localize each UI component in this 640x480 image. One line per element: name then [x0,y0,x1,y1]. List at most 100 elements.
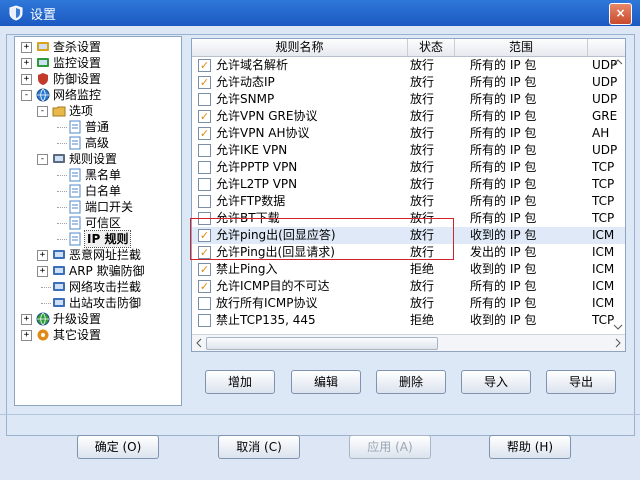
table-row[interactable]: ✓ 允许动态IP 放行 所有的 IP 包 UDP [192,74,625,91]
folder-icon [52,106,66,117]
tree-node[interactable]: - 选项 [15,103,181,119]
computer-icon [53,298,65,307]
expand-icon[interactable]: + [21,58,32,69]
checkbox-unchecked[interactable] [198,195,211,208]
table-row[interactable]: 允许IKE VPN 放行 所有的 IP 包 UDP [192,142,625,159]
import-button[interactable]: 导入 [461,370,531,394]
cell-status: 放行 [410,143,435,157]
add-button[interactable]: 增加 [205,370,275,394]
edit-button[interactable]: 编辑 [291,370,361,394]
table-row[interactable]: ✓ 允许VPN GRE协议 放行 所有的 IP 包 GRE [192,108,625,125]
checkbox-checked[interactable]: ✓ [198,280,211,293]
cancel-button[interactable]: 取消 (C) [218,435,300,459]
table-row[interactable]: ✓ 禁止Ping入 拒绝 收到的 IP 包 ICM [192,261,625,278]
tree-node[interactable]: IP 规则 [15,230,181,248]
checkbox-checked[interactable]: ✓ [198,110,211,123]
table-row[interactable]: ✓ 允许ICMP目的不可达 放行 所有的 IP 包 ICM [192,278,625,295]
cell-name: 禁止TCP135, 445 [216,313,316,327]
tree-node[interactable]: 网络攻击拦截 [15,279,181,295]
tree-node[interactable]: 黑名单 [15,167,181,183]
table-row[interactable]: 允许FTP数据 放行 所有的 IP 包 TCP [192,193,625,210]
tree-node[interactable]: 可信区 [15,215,181,231]
table-row[interactable]: 允许SNMP 放行 所有的 IP 包 UDP [192,91,625,108]
help-button[interactable]: 帮助 (H) [489,435,571,459]
column-header-protocol[interactable] [588,39,625,56]
expand-icon[interactable]: + [21,314,32,325]
collapse-icon[interactable]: - [37,154,48,165]
tree-node[interactable]: - 规则设置 [15,151,181,167]
expand-icon[interactable]: + [21,330,32,341]
rules-icon [53,154,65,163]
tree-node[interactable]: 普通 [15,119,181,135]
tree-node[interactable]: + 查杀设置 [15,39,181,55]
expand-icon[interactable]: + [21,42,32,53]
scrollbar-thumb[interactable] [206,337,438,350]
expand-icon[interactable]: + [37,266,48,277]
globe-icon [36,88,50,102]
tree-node[interactable]: 端口开关 [15,199,181,215]
column-header-status[interactable]: 状态 [408,39,455,56]
close-button[interactable]: × [609,3,632,25]
column-header-rule-name[interactable]: 规则名称 [192,39,408,56]
search-icon [37,42,49,51]
cell-name: 允许VPN GRE协议 [216,109,318,123]
tree-node[interactable]: + ARP 欺骗防御 [15,263,181,279]
tree-node[interactable]: + 监控设置 [15,55,181,71]
checkbox-unchecked[interactable] [198,161,211,174]
checkbox-unchecked[interactable] [198,314,211,327]
tree-node[interactable]: - 网络监控 [15,87,181,103]
table-row[interactable]: 允许PPTP VPN 放行 所有的 IP 包 TCP [192,159,625,176]
cell-scope: 收到的 IP 包 [470,313,537,327]
expand-icon[interactable]: + [37,250,48,261]
tree-node-label: 端口开关 [85,200,134,214]
title-bar: 设置 × [0,0,640,26]
checkbox-checked[interactable]: ✓ [198,263,211,276]
export-button[interactable]: 导出 [546,370,616,394]
table-row[interactable]: 禁止TCP135, 445 拒绝 收到的 IP 包 TCP [192,312,625,329]
ok-button[interactable]: 确定 (O) [77,435,159,459]
collapse-icon[interactable]: - [21,90,32,101]
ip-rules-list[interactable]: 规则名称 状态 范围 ✓ 允许域名解析 放行 所有的 IP 包 UDP ✓ 允许动态IP 放行… [191,38,626,352]
checkbox-unchecked[interactable] [198,93,211,106]
tree-node[interactable]: + 恶意网址拦截 [15,247,181,263]
table-row[interactable]: ✓ 允许VPN AH协议 放行 所有的 IP 包 AH [192,125,625,142]
cell-name: 允许L2TP VPN [216,177,298,191]
cell-name: 允许动态IP [216,75,275,89]
checkbox-checked[interactable]: ✓ [198,127,211,140]
checkbox-checked[interactable]: ✓ [198,76,211,89]
scroll-right-icon[interactable] [614,338,622,348]
checkbox-unchecked[interactable] [198,297,211,310]
collapse-icon[interactable]: - [37,106,48,117]
table-row[interactable]: 放行所有ICMP协议 放行 所有的 IP 包 ICM [192,295,625,312]
cell-status: 放行 [410,109,435,123]
tree-node[interactable]: 白名单 [15,183,181,199]
apply-button[interactable]: 应用 (A) [349,435,431,459]
cell-scope: 所有的 IP 包 [470,296,537,310]
checkbox-unchecked[interactable] [198,178,211,191]
tree-node[interactable]: + 防御设置 [15,71,181,87]
table-row[interactable]: 允许L2TP VPN 放行 所有的 IP 包 TCP [192,176,625,193]
cell-name: 允许PPTP VPN [216,160,298,174]
column-header-scope[interactable]: 范围 [455,39,588,56]
delete-button[interactable]: 删除 [376,370,446,394]
page-icon [69,168,81,182]
cell-name: 允许SNMP [216,92,275,106]
tree-node[interactable]: 高级 [15,135,181,151]
tree-node[interactable]: 出站攻击防御 [15,295,181,311]
tree-node[interactable]: + 其它设置 [15,327,181,343]
tree-connector [57,239,67,240]
checkbox-unchecked[interactable] [198,144,211,157]
vertical-scrollbar[interactable] [611,56,625,335]
tree-node-label: 升级设置 [53,312,102,326]
scroll-left-icon[interactable] [195,338,203,348]
table-row[interactable]: ✓ 允许域名解析 放行 所有的 IP 包 UDP [192,57,625,74]
settings-tree[interactable]: + 查杀设置 + 监控设置 + 防御设置 - 网络监控 - 选项 普通 高级 - 规则设置 黑名单 白名单 端口… [14,36,182,406]
tree-node[interactable]: + 升级设置 [15,311,181,327]
checkbox-checked[interactable]: ✓ [198,59,211,72]
window-title: 设置 [30,8,57,23]
gear-icon [37,329,49,341]
tree-node-label: 恶意网址拦截 [69,248,142,262]
expand-icon[interactable]: + [21,74,32,85]
horizontal-scrollbar[interactable] [192,334,625,351]
cell-status: 放行 [410,75,435,89]
